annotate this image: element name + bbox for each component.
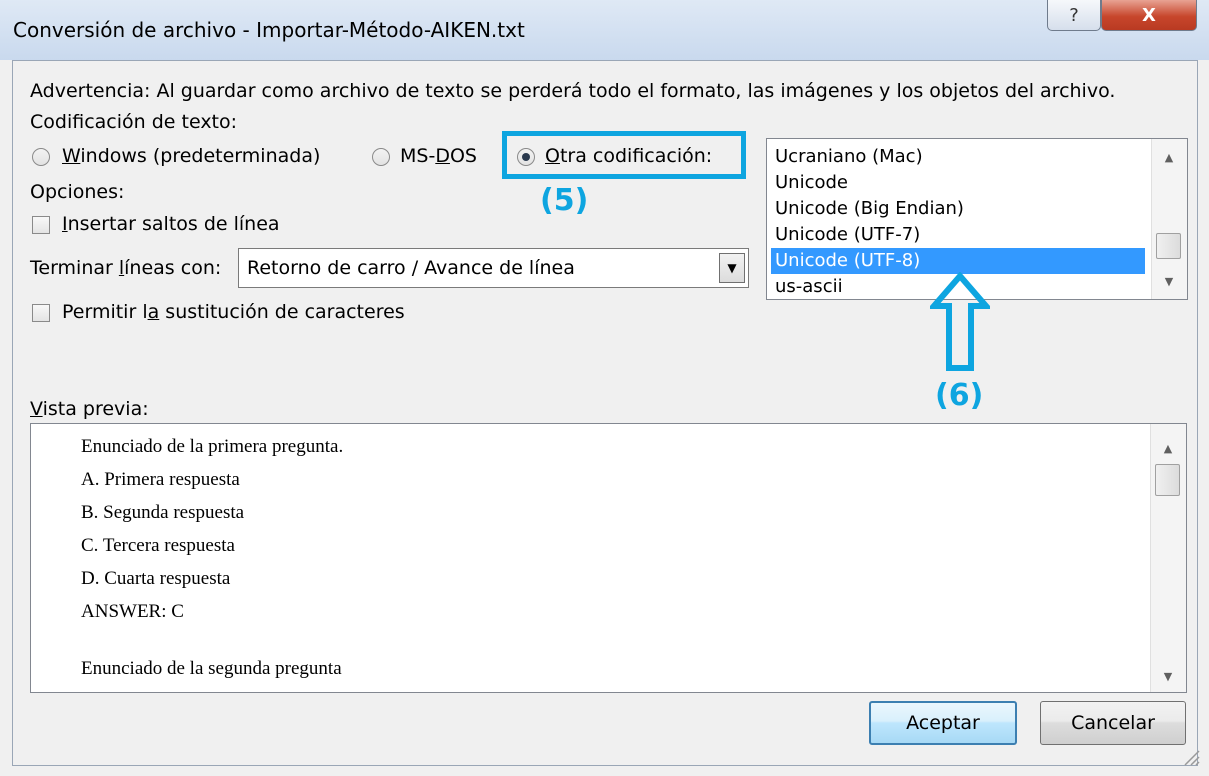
scroll-down-icon[interactable]: ▼: [1152, 269, 1186, 293]
preview-pane[interactable]: Enunciado de la primera pregunta. A. Pri…: [30, 423, 1187, 693]
help-button[interactable]: ?: [1047, 0, 1101, 31]
up-arrow-outline-icon: [930, 272, 990, 371]
preview-line: D. Cuarta respuesta: [81, 568, 231, 589]
warning-text: Advertencia: Al guardar como archivo de …: [30, 80, 1116, 102]
window-title: Conversión de archivo - Importar-Método-…: [13, 18, 525, 42]
scroll-down-icon[interactable]: ▼: [1151, 664, 1185, 688]
end-lines-label: Terminar líneas con:: [30, 257, 222, 279]
annotation-step-6: (6): [935, 378, 984, 413]
list-item[interactable]: Unicode: [771, 170, 1145, 196]
chevron-down-icon[interactable]: ▼: [719, 253, 745, 283]
preview-line: A. Primera respuesta: [81, 469, 240, 490]
options-label: Opciones:: [30, 181, 125, 203]
radio-msdos-button[interactable]: [372, 148, 390, 166]
preview-line: B. Segunda respuesta: [81, 502, 245, 523]
scroll-up-icon[interactable]: ▲: [1152, 145, 1186, 169]
help-icon: ?: [1069, 4, 1079, 26]
checkbox-allow-substitution-label[interactable]: Permitir la sustitución de caracteres: [62, 301, 405, 323]
radio-windows-button[interactable]: [32, 148, 50, 166]
encoding-list-scrollbar[interactable]: ▲ ▼: [1151, 139, 1187, 299]
checkbox-allow-substitution-box[interactable]: [32, 304, 50, 322]
scroll-thumb[interactable]: [1156, 233, 1181, 259]
preview-line: Enunciado de la segunda pregunta: [81, 658, 342, 679]
preview-line: Enunciado de la primera pregunta.: [81, 436, 344, 457]
radio-other-label[interactable]: Otra codificación:: [545, 145, 712, 167]
list-item[interactable]: Ucraniano (Mac): [771, 144, 1145, 170]
close-button[interactable]: X: [1101, 0, 1197, 31]
list-item[interactable]: Unicode (Big Endian): [771, 196, 1145, 222]
annotation-step-5: (5): [540, 183, 589, 218]
preview-line: ANSWER: C: [81, 601, 184, 622]
ok-button[interactable]: Aceptar: [869, 701, 1017, 745]
encoding-label: Codificación de texto:: [30, 111, 238, 133]
preview-scrollbar[interactable]: ▲ ▼: [1150, 424, 1186, 692]
close-icon: X: [1142, 4, 1156, 26]
list-item-selected[interactable]: Unicode (UTF-8): [771, 248, 1145, 274]
checkbox-insert-breaks-label[interactable]: Insertar saltos de línea: [62, 213, 280, 235]
cancel-button[interactable]: Cancelar: [1040, 701, 1186, 745]
scroll-thumb[interactable]: [1155, 464, 1180, 496]
preview-label: Vista previa:: [30, 398, 149, 420]
radio-msdos-label[interactable]: MS-DOS: [400, 145, 477, 167]
title-bar: Conversión de archivo - Importar-Método-…: [0, 0, 1209, 60]
scroll-up-icon[interactable]: ▲: [1151, 436, 1185, 460]
end-lines-select[interactable]: Retorno de carro / Avance de línea ▼: [238, 248, 749, 288]
radio-other-button[interactable]: [517, 148, 535, 166]
radio-windows-label[interactable]: Windows (predeterminada): [62, 145, 320, 167]
checkbox-insert-breaks-box[interactable]: [32, 216, 50, 234]
preview-line: C. Tercera respuesta: [81, 535, 235, 556]
end-lines-value: Retorno de carro / Avance de línea: [247, 257, 575, 279]
resize-grip-icon[interactable]: [1182, 748, 1200, 766]
list-item[interactable]: Unicode (UTF-7): [771, 222, 1145, 248]
